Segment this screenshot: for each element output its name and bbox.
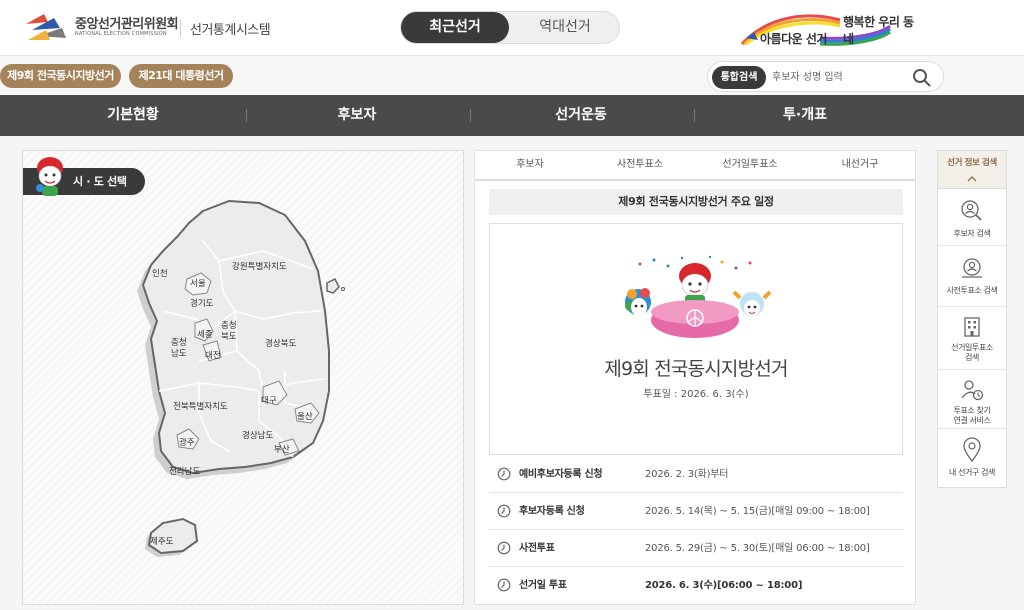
region-ulsan[interactable]: 울산 — [297, 411, 313, 422]
schedule-name: 선거일 투표 — [519, 580, 567, 591]
election-period-toggle: 최근선거 역대선거 — [400, 11, 620, 44]
tab-candidates[interactable]: 후보자 — [475, 151, 585, 179]
region-chungnam-1[interactable]: 충청 — [171, 338, 187, 348]
nav-voting-counting[interactable]: 투·개표 — [725, 95, 885, 136]
region-sejong[interactable]: 세종 — [197, 330, 213, 340]
slogan-top-text: 행복한 우리 동네 — [843, 15, 914, 46]
region-jeonnam[interactable]: 전라남도 — [169, 466, 200, 477]
clock-icon — [497, 541, 511, 555]
polling-place-icon — [962, 258, 982, 278]
nec-logo-icon[interactable] — [24, 10, 68, 44]
campaign-slogan: 행복한 우리 동네 아름다운 선거 — [740, 10, 920, 46]
quick-election-day-polling-search[interactable]: 선거일투표소 검색 — [938, 308, 1006, 370]
election-hero-card: 제9회 전국동시지방선거 투표일 : 2026. 6. 3(수) — [489, 223, 903, 455]
schedule-date: 2026. 2. 3(화)부터 — [645, 469, 729, 480]
person-location-icon — [961, 380, 984, 401]
hero-election-date: 투표일 : 2026. 6. 3(수) — [643, 389, 749, 400]
quick-polling-place-finder[interactable]: 투표소 찾기 연결 서비스 — [938, 371, 1006, 429]
quick-item-label: 내 선거구 검색 — [948, 468, 996, 477]
region-seoul[interactable]: 서울 — [190, 279, 206, 289]
quick-my-district-search[interactable]: 내 선거구 검색 — [938, 430, 1006, 487]
region-gwangju[interactable]: 광주 — [179, 437, 195, 448]
nav-basic-status[interactable]: 기본현황 — [53, 95, 213, 136]
org-name-en: NATIONAL ELECTION COMMISSION — [75, 31, 167, 37]
schedule-name: 사전투표 — [519, 543, 555, 554]
tab-early-polling-places[interactable]: 사전투표소 — [585, 151, 695, 179]
schedule-date: 2026. 6. 3(수)[06:00 ~ 18:00] — [645, 580, 803, 591]
schedule-row: 선거일 투표 2026. 6. 3(수)[06:00 ~ 18:00] — [489, 567, 903, 604]
region-busan[interactable]: 부산 — [274, 444, 290, 455]
recent-elections-button[interactable]: 최근선거 — [401, 12, 509, 43]
quick-candidate-search[interactable]: 후보자 검색 — [938, 190, 1006, 246]
quick-early-polling-search[interactable]: 사전투표소 검색 — [938, 247, 1006, 307]
search-icon[interactable] — [912, 68, 932, 88]
integrated-search-label[interactable]: 통합검색 — [712, 66, 766, 89]
quick-item-label: 검색 — [965, 353, 979, 362]
past-elections-button[interactable]: 역대선거 — [511, 12, 619, 43]
schedule-date: 2026. 5. 14(목) ~ 5. 15(금)[매일 09:00 ~ 18:… — [645, 506, 870, 517]
region-jeonbuk[interactable]: 전북특별자치도 — [173, 401, 228, 412]
quick-item-label: 연결 서비스 — [953, 416, 991, 425]
schedule-row: 후보자등록 신청 2026. 5. 14(목) ~ 5. 15(금)[매일 09… — [489, 493, 903, 530]
schedule-row: 예비후보자등록 신청 2026. 2. 3(화)부터 — [489, 456, 903, 493]
schedule-row: 사전투표 2026. 5. 29(금) ~ 5. 30(토)[매일 06:00 … — [489, 530, 903, 567]
clock-icon — [497, 467, 511, 481]
region-gyeongnam[interactable]: 경상남도 — [242, 430, 273, 441]
schedule-title: 제9회 전국동시지방선거 주요 일정 — [489, 189, 903, 215]
info-tabs: 후보자 사전투표소 선거일투표소 내선거구 — [475, 151, 915, 181]
quick-item-label: 사전투표소 검색 — [946, 286, 998, 295]
region-gangwon[interactable]: 강원특별자치도 — [232, 261, 287, 272]
korea-map: 인천 서울 경기도 강원특별자치도 충청 남도 세종 대전 충청 북도 경상북도… — [137, 199, 346, 557]
quick-item-label: 투표소 찾기 — [953, 406, 991, 415]
region-daegu[interactable]: 대구 — [261, 396, 277, 406]
schedule-name: 예비후보자등록 신청 — [519, 469, 603, 480]
province-map-panel: 인천 서울 경기도 강원특별자치도 충청 남도 세종 대전 충청 북도 경상북도… — [22, 150, 464, 605]
clock-icon — [497, 578, 511, 592]
chevron-up-icon[interactable] — [967, 175, 977, 183]
schedule-date: 2026. 5. 29(금) ~ 5. 30(토)[매일 06:00 ~ 18:… — [645, 543, 870, 554]
candidate-search-input[interactable] — [772, 67, 902, 87]
nav-separator — [246, 109, 247, 122]
schedule-name: 후보자등록 신청 — [519, 506, 585, 517]
mascot-icon — [36, 157, 63, 196]
map-pin-icon — [963, 437, 981, 463]
election-tab-9th-local[interactable]: 제9회 전국동시지방선거 — [0, 64, 121, 88]
region-chungbuk-1[interactable]: 충청 — [221, 321, 237, 331]
nav-separator — [470, 109, 471, 122]
clock-icon — [497, 504, 511, 518]
person-search-icon — [961, 200, 982, 221]
org-name[interactable]: 중앙선거관리위원회 — [75, 13, 179, 32]
election-tab-21st-president[interactable]: 제21대 대통령선거 — [129, 64, 233, 88]
nav-separator — [694, 109, 695, 122]
region-incheon[interactable]: 인천 — [152, 268, 168, 279]
quick-item-label: 후보자 검색 — [953, 229, 991, 238]
logo-divider — [180, 19, 181, 37]
region-gyeonggi[interactable]: 경기도 — [190, 298, 214, 309]
tab-my-district[interactable]: 내선거구 — [805, 151, 915, 179]
tab-election-day-polling-places[interactable]: 선거일투표소 — [695, 151, 805, 179]
system-name[interactable]: 선거통계시스템 — [190, 19, 271, 38]
region-gyeongbuk[interactable]: 경상북도 — [265, 338, 296, 349]
election-subbar: 제9회 전국동시지방선거 제21대 대통령선거 통합검색 — [0, 55, 1024, 95]
site-header: 중앙선거관리위원회 NATIONAL ELECTION COMMISSION 선… — [0, 0, 1024, 55]
region-daejeon[interactable]: 대전 — [205, 350, 221, 361]
slogan-bottom-text: 아름다운 선거 — [760, 32, 827, 46]
quick-search-menu: 선거 정보 검색 후보자 검색 사전투표소 검색 선거일투표소 검색 투표소 찾… — [937, 150, 1007, 488]
ballot-box-mascots-icon — [625, 255, 772, 338]
hero-election-title: 제9회 전국동시지방선거 — [604, 358, 788, 380]
nav-campaign[interactable]: 선거운동 — [501, 95, 661, 136]
integrated-search: 통합검색 — [707, 61, 944, 92]
quick-menu-header[interactable]: 선거 정보 검색 — [938, 151, 1006, 189]
region-chungbuk-2[interactable]: 북도 — [221, 332, 237, 342]
election-info-panel: 후보자 사전투표소 선거일투표소 내선거구 제9회 전국동시지방선거 주요 일정 — [474, 150, 916, 605]
building-icon — [964, 317, 980, 337]
quick-menu-title: 선거 정보 검색 — [947, 158, 997, 168]
region-jeju[interactable]: 제주도 — [150, 537, 174, 547]
nav-candidates[interactable]: 후보자 — [277, 95, 437, 136]
main-nav: 기본현황 후보자 선거운동 투·개표 — [0, 95, 1024, 136]
quick-item-label: 선거일투표소 — [951, 343, 993, 352]
region-chungnam-2[interactable]: 남도 — [171, 349, 187, 359]
